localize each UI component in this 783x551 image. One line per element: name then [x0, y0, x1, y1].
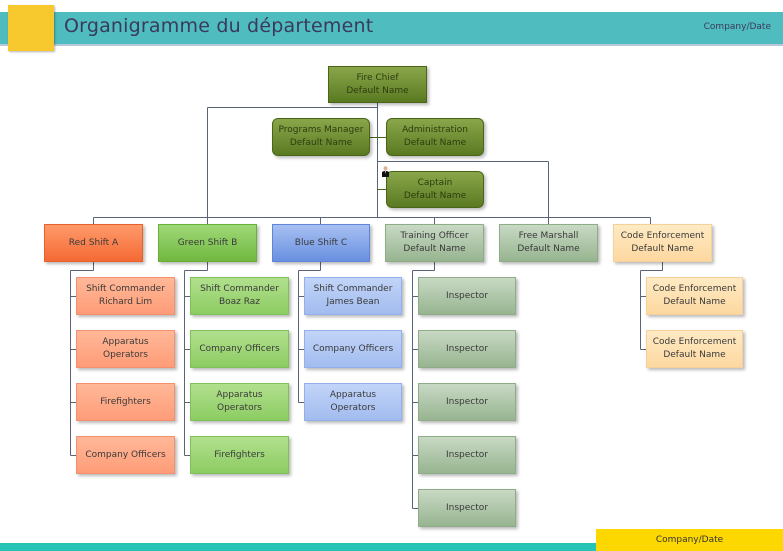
- node-line2: Operators: [330, 403, 376, 413]
- node-name: Default Name: [517, 244, 580, 254]
- node-red-company-officers[interactable]: Company Officers: [76, 436, 175, 474]
- node-title: Training Officer: [400, 231, 469, 241]
- node-line1: Inspector: [446, 502, 488, 513]
- node-line1: Shift Commander: [313, 284, 393, 294]
- node-name: Default Name: [403, 138, 467, 148]
- node-name: Default Name: [289, 138, 353, 148]
- node-line1: Company Officers: [312, 343, 394, 354]
- node-title: Code Enforcement: [620, 231, 705, 241]
- node-inspector[interactable]: Inspector: [418, 436, 516, 474]
- node-line1: Shift Commander: [200, 284, 279, 294]
- node-captain[interactable]: Captain Default Name: [386, 171, 484, 208]
- footer-company-date: Company/Date: [655, 535, 724, 545]
- node-line1: Code Enforcement: [652, 284, 737, 294]
- node-red-shift-commander[interactable]: Shift Commander Richard Lim: [76, 277, 175, 315]
- node-line1: Inspector: [446, 343, 488, 354]
- node-line1: Inspector: [446, 449, 488, 460]
- node-line2: James Bean: [326, 297, 380, 307]
- node-blue-company-officers[interactable]: Company Officers: [304, 330, 402, 368]
- node-green-company-officers[interactable]: Company Officers: [190, 330, 289, 368]
- node-line1: Company Officers: [199, 343, 280, 354]
- node-line1: Inspector: [446, 396, 488, 407]
- node-name: Default Name: [403, 190, 467, 201]
- node-name: Default Name: [346, 85, 409, 96]
- node-red-shift-a[interactable]: Red Shift A: [44, 224, 143, 262]
- node-inspector[interactable]: Inspector: [418, 277, 516, 315]
- node-line1: Firefighters: [214, 449, 265, 460]
- node-line1: Company Officers: [85, 449, 166, 460]
- node-red-firefighters[interactable]: Firefighters: [76, 383, 175, 421]
- node-code-enforcement-child[interactable]: Code Enforcement Default Name: [646, 277, 743, 315]
- node-title: Captain: [417, 177, 453, 188]
- node-green-shift-commander[interactable]: Shift Commander Boaz Raz: [190, 277, 289, 315]
- node-title: Free Marshall: [518, 231, 579, 241]
- node-green-shift-b[interactable]: Green Shift B: [158, 224, 257, 262]
- node-green-apparatus-operators[interactable]: Apparatus Operators: [190, 383, 289, 421]
- node-fire-chief[interactable]: Fire Chief Default Name: [328, 66, 427, 103]
- node-title: Fire Chief: [356, 72, 399, 83]
- node-programs-manager[interactable]: Programs Manager Default Name: [272, 118, 370, 156]
- person-icon: [382, 166, 389, 177]
- node-line1: Firefighters: [100, 396, 151, 407]
- node-inspector[interactable]: Inspector: [418, 383, 516, 421]
- footer-bar: [0, 543, 600, 551]
- node-blue-shift-c[interactable]: Blue Shift C: [272, 224, 370, 262]
- node-line2: Default Name: [663, 350, 726, 360]
- node-name: Default Name: [631, 244, 694, 254]
- node-code-enforcement[interactable]: Code Enforcement Default Name: [613, 224, 712, 262]
- node-line2: Default Name: [663, 297, 726, 307]
- node-line1: Apparatus: [329, 390, 377, 400]
- node-title: Red Shift A: [68, 237, 119, 248]
- node-line1: Inspector: [446, 290, 488, 301]
- node-blue-shift-commander[interactable]: Shift Commander James Bean: [304, 277, 402, 315]
- node-title: Administration: [402, 125, 468, 135]
- node-administration[interactable]: Administration Default Name: [386, 118, 484, 156]
- node-line1: Apparatus: [216, 390, 263, 400]
- node-line2: Operators: [217, 403, 262, 413]
- node-title: Blue Shift C: [294, 237, 348, 248]
- node-name: Default Name: [403, 244, 466, 254]
- node-training-officer[interactable]: Training Officer Default Name: [385, 224, 484, 262]
- node-line2: Operators: [103, 350, 148, 360]
- node-green-firefighters[interactable]: Firefighters: [190, 436, 289, 474]
- node-title: Programs Manager: [278, 125, 364, 135]
- node-line1: Shift Commander: [86, 284, 165, 294]
- node-free-marshall[interactable]: Free Marshall Default Name: [499, 224, 598, 262]
- node-inspector[interactable]: Inspector: [418, 330, 516, 368]
- node-line2: Boaz Raz: [218, 297, 261, 307]
- node-red-apparatus-operators[interactable]: Apparatus Operators: [76, 330, 175, 368]
- node-line1: Code Enforcement: [652, 337, 737, 347]
- node-code-enforcement-child[interactable]: Code Enforcement Default Name: [646, 330, 743, 368]
- node-title: Green Shift B: [177, 237, 238, 248]
- node-line1: Apparatus: [102, 337, 149, 347]
- node-line2: Richard Lim: [98, 297, 153, 307]
- node-blue-apparatus-operators[interactable]: Apparatus Operators: [304, 383, 402, 421]
- node-inspector[interactable]: Inspector: [418, 489, 516, 527]
